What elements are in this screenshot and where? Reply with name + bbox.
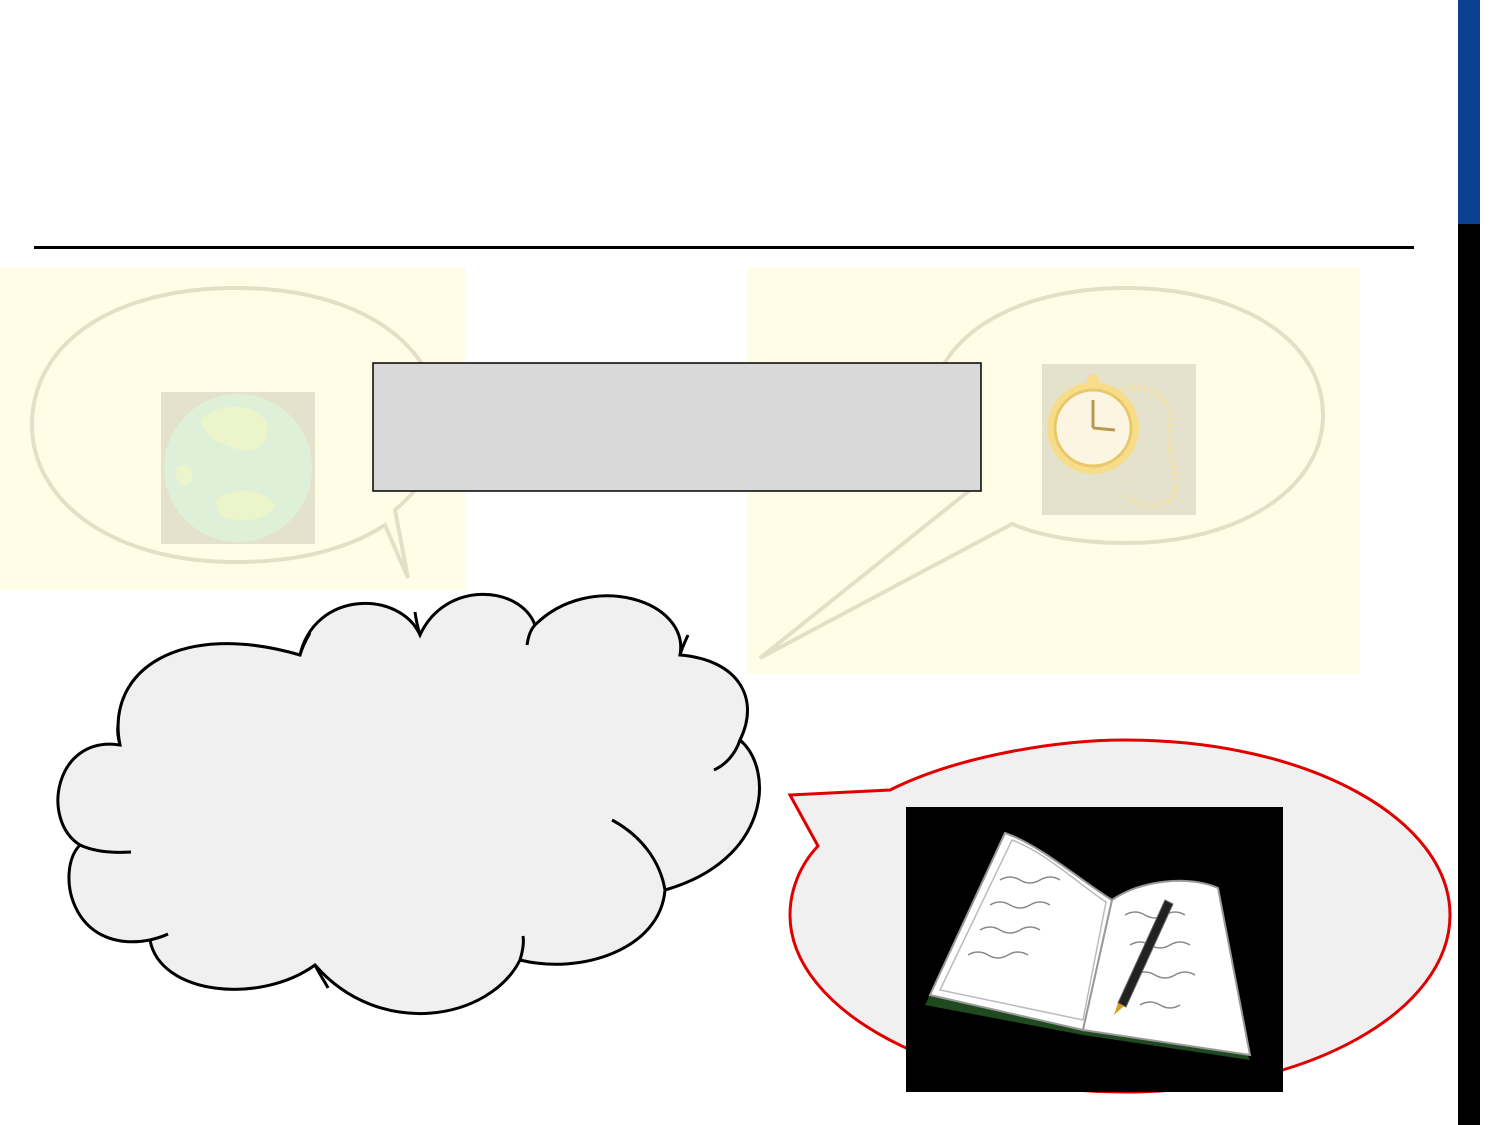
diagram-canvas [0, 268, 1452, 1094]
globe-icon [161, 392, 315, 544]
thought-cloud [56, 592, 761, 1015]
open-book-pen-icon [906, 807, 1283, 1092]
red-callout [787, 738, 1452, 1094]
pocket-watch-icon [1042, 364, 1196, 515]
center-box [372, 362, 982, 492]
